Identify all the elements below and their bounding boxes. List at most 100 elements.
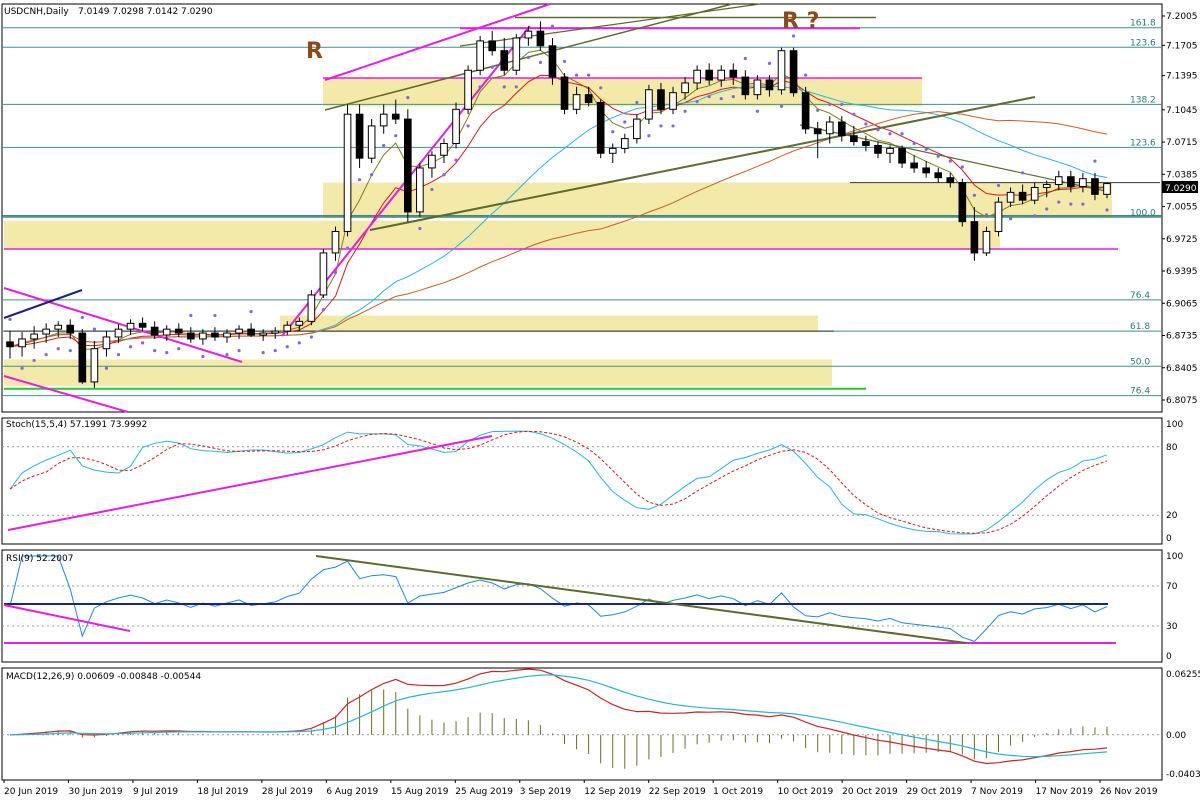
sar-dot: [321, 308, 326, 312]
sar-dot: [828, 102, 832, 107]
candle-down: [138, 322, 147, 328]
macd-tick-label: 0.06255: [1166, 670, 1200, 680]
sar-dot: [840, 102, 844, 107]
sar-dot: [454, 158, 458, 162]
candle-down: [596, 101, 605, 154]
sar-dot: [599, 86, 603, 90]
trendline: [459, 3, 761, 47]
sar-dot: [731, 95, 735, 99]
sar-dot: [394, 134, 398, 138]
candle-up: [608, 147, 617, 154]
candle-down: [211, 332, 219, 338]
sar-dot: [1045, 207, 1049, 211]
sar-dot: [406, 95, 410, 100]
price-tick-label: 7.1705: [1166, 41, 1198, 51]
candle-down: [560, 76, 569, 110]
sar-dot: [611, 130, 615, 134]
rsi-trendline-left: [3, 604, 131, 632]
candle-down: [6, 341, 14, 348]
sar-dot: [659, 124, 663, 128]
price-tick-label: 7.0715: [1166, 138, 1198, 148]
macd-tick-label: -0.04035: [1166, 770, 1200, 780]
symbol-title: USDCNH,Daily: [4, 7, 69, 17]
rsi-tick-label: 100: [1166, 552, 1183, 562]
candle-down: [657, 89, 665, 110]
stoch-tick-label: 100: [1166, 420, 1183, 430]
sar-dot: [719, 96, 723, 101]
sar-dot: [647, 134, 651, 138]
sar-dot: [297, 341, 301, 345]
sar-dot: [816, 108, 820, 112]
candle-down: [970, 221, 979, 254]
sar-dot: [852, 112, 856, 116]
rsi-tick-label: 0: [1166, 652, 1172, 662]
rsi-tick-label: 70: [1166, 582, 1178, 592]
sar-dot: [201, 354, 205, 359]
date-tick-label: 29 Oct 2019: [907, 787, 963, 797]
candle-up: [512, 37, 521, 71]
date-tick-label: 12 Sep 2019: [584, 787, 641, 797]
candle-down: [150, 326, 159, 336]
price-tick-label: 7.1045: [1166, 106, 1198, 116]
date-tick-label: 18 Jul 2019: [197, 787, 248, 797]
candle-down: [548, 45, 557, 78]
candle-up: [295, 320, 304, 326]
date-tick-label: 15 Aug 2019: [391, 787, 449, 797]
candle-down: [66, 324, 75, 334]
date-tick-label: 26 Nov 2019: [1100, 787, 1158, 797]
price-tick-label: 6.9725: [1166, 235, 1198, 245]
sar-dot: [273, 349, 277, 353]
date-tick-label: 28 Jul 2019: [262, 787, 313, 797]
candle-up: [428, 154, 436, 169]
date-tick-label: 7 Nov 2019: [971, 787, 1023, 797]
candle-down: [705, 69, 714, 81]
price-axis: 7.2005 7.1705 7.1395 7.1045 7.0715 7.0385 7.00…: [1162, 12, 1200, 780]
candle-up: [633, 118, 641, 140]
candle-up: [464, 69, 472, 110]
sar-dot: [1081, 202, 1085, 206]
fib-label: 161.8: [1130, 19, 1156, 29]
candle-down: [958, 182, 967, 223]
sar-dot: [309, 335, 313, 339]
zone-band: [4, 359, 832, 386]
candle-up: [886, 147, 894, 154]
candle-up: [367, 125, 376, 159]
sar-dot: [1021, 171, 1025, 175]
candle-down: [584, 94, 593, 103]
current-price-label: 7.0290: [1165, 184, 1197, 194]
candle-up: [1103, 183, 1111, 195]
trendline: [3, 289, 83, 319]
candle-up: [452, 108, 460, 145]
candle-up: [572, 94, 581, 110]
candle-up: [271, 330, 280, 334]
sar-dot: [707, 95, 711, 99]
candle-up: [379, 113, 388, 127]
candle-up: [223, 332, 231, 338]
sar-dot: [538, 60, 543, 65]
trendline: [3, 287, 243, 363]
sar-dot: [1105, 208, 1109, 212]
candle-down: [536, 30, 545, 47]
price-tick-label: 6.8735: [1166, 332, 1198, 342]
candle-up: [102, 336, 111, 350]
stoch-label: Stoch(15,5,4) 57.1991 73.9992: [6, 420, 147, 430]
chart-canvas: 161.8 123.6 138.2 123.6 100.0 76.4 61.8 50.0 76.…: [1, 3, 1200, 797]
price-tick-label: 7.0055: [1166, 203, 1198, 213]
trendline: [799, 124, 1111, 193]
price-tick-label: 6.9395: [1166, 267, 1198, 277]
candle-up: [1054, 176, 1063, 186]
sar-dot: [779, 104, 784, 108]
price-tick-label: 6.8405: [1166, 364, 1198, 374]
candle-up: [1042, 184, 1051, 188]
sar-dot: [948, 159, 952, 163]
stoch-tick-label: 20: [1166, 511, 1178, 521]
sar-dot: [502, 85, 506, 89]
sar-dot: [141, 341, 145, 345]
candle-down: [741, 76, 750, 96]
sar-dot: [20, 366, 24, 370]
sar-dot: [587, 73, 591, 77]
sar-dot: [743, 56, 747, 61]
sar-dot: [924, 147, 928, 151]
candle-up: [307, 294, 316, 322]
pane-frame: [1, 549, 1163, 663]
